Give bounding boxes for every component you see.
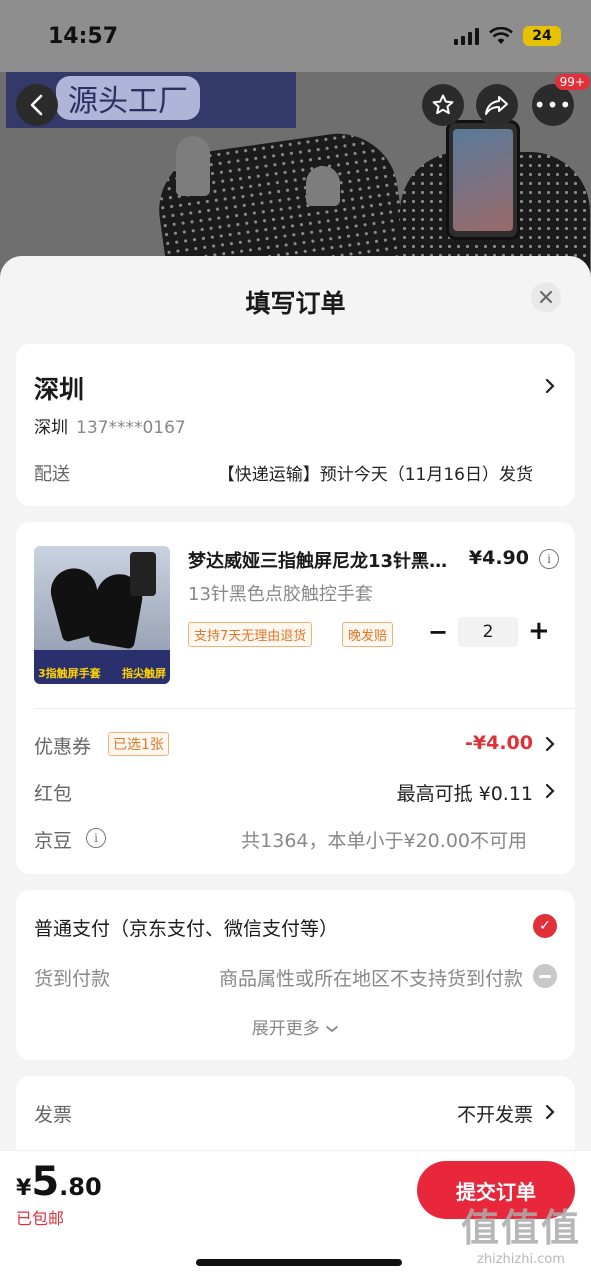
order-sheet: 填写订单 深圳 深圳 137****0167 配送 【快递运输】预计今天（11月1… xyxy=(0,256,591,1280)
jd-beans-label: 京豆 xyxy=(34,830,73,852)
glove-fingertip xyxy=(306,166,340,206)
payment-option-cod: 货到付款 xyxy=(34,968,111,990)
wifi-icon xyxy=(489,27,513,44)
status-time: 14:57 xyxy=(48,24,119,49)
payment-card: 普通支付（京东支付、微信支付等） ✓ 货到付款 商品属性或所在地区不支持货到付款… xyxy=(16,890,575,1060)
quantity-increase-button[interactable]: + xyxy=(528,616,550,646)
bottom-bar: ¥5.80 已包邮 提交订单 值值值 zhizhizhi.com xyxy=(0,1150,591,1280)
notification-badge: 99+ xyxy=(554,74,590,90)
close-icon xyxy=(540,291,552,303)
glove-fingertip xyxy=(176,136,210,196)
product-name: 梦达威娅三指触屏尼龙13针黑色点胶触控手套 xyxy=(188,551,456,572)
divider xyxy=(34,708,575,709)
chevron-right-icon[interactable] xyxy=(545,783,555,799)
recipient-name: 深圳 xyxy=(34,418,68,438)
coupon-selected-tag: 已选1张 xyxy=(108,732,169,756)
currency-symbol: ¥ xyxy=(16,1176,32,1201)
product-spec[interactable]: 13针黑色点胶触控手套 xyxy=(188,580,373,606)
favorite-button[interactable] xyxy=(422,84,464,126)
quantity-input[interactable]: 2 xyxy=(458,617,518,647)
cellular-signal-icon xyxy=(454,27,479,45)
total-decimal: .80 xyxy=(59,1173,102,1201)
chevron-right-icon xyxy=(545,378,555,394)
product-price: ¥4.90 xyxy=(468,547,529,569)
info-icon[interactable]: i xyxy=(86,828,106,848)
shipping-value: 【快递运输】预计今天（11月16日）发货 xyxy=(217,465,533,485)
share-arrow-icon xyxy=(485,96,508,115)
star-icon xyxy=(432,94,454,115)
chevron-right-icon xyxy=(545,1104,555,1120)
more-button[interactable]: ••• 99+ xyxy=(532,74,590,126)
battery-indicator: 24 xyxy=(523,26,561,46)
invoice-label: 发票 xyxy=(34,1104,73,1126)
share-button[interactable] xyxy=(476,84,518,126)
coupon-label: 优惠券 xyxy=(34,736,92,758)
address-city: 深圳 xyxy=(34,375,85,404)
hero-banner-text: 源头工厂 xyxy=(56,76,200,120)
return-policy-tag: 支持7天无理由退货 xyxy=(188,622,313,647)
home-indicator[interactable] xyxy=(196,1259,402,1266)
thumbnail-caption: 指尖触屏 xyxy=(122,667,166,680)
free-shipping-label: 已包邮 xyxy=(16,1209,65,1228)
recipient-phone: 137****0167 xyxy=(76,418,186,438)
chevron-down-icon xyxy=(326,1026,339,1033)
disabled-icon xyxy=(533,964,557,988)
coupon-value[interactable]: -¥4.00 xyxy=(465,732,533,754)
jd-beans-value: 共1364，本单小于¥20.00不可用 xyxy=(241,830,527,852)
phone-image xyxy=(446,120,520,240)
total-integer: 5 xyxy=(31,1159,60,1205)
expand-more-label: 展开更多 xyxy=(251,1019,320,1039)
redpacket-label: 红包 xyxy=(34,783,73,805)
expand-more-button[interactable]: 展开更多 xyxy=(16,1014,575,1039)
product-thumbnail[interactable]: 3指触屏手套 指尖触屏 xyxy=(34,546,170,684)
back-button[interactable] xyxy=(16,84,58,126)
status-bar: 14:57 24 xyxy=(0,0,591,72)
more-dots-icon: ••• xyxy=(533,93,573,117)
order-total: ¥5.80 xyxy=(16,1159,102,1205)
payment-option-standard[interactable]: 普通支付（京东支付、微信支付等） xyxy=(34,914,338,941)
invoice-value: 不开发票 xyxy=(456,1104,533,1126)
redpacket-value[interactable]: 最高可抵 ¥0.11 xyxy=(397,779,533,806)
product-card: 3指触屏手套 指尖触屏 梦达威娅三指触屏尼龙13针黑色点胶触控手套 ¥4.90 … xyxy=(16,522,575,874)
address-card[interactable]: 深圳 深圳 137****0167 配送 【快递运输】预计今天（11月16日）发货 xyxy=(16,344,575,506)
sheet-title: 填写订单 xyxy=(245,289,346,318)
address-contact: 深圳 137****0167 xyxy=(34,413,186,438)
status-icons: 24 xyxy=(454,26,561,46)
chevron-right-icon[interactable] xyxy=(545,736,555,752)
chevron-left-icon xyxy=(30,94,43,116)
shipping-label: 配送 xyxy=(34,464,70,485)
quantity-decrease-button[interactable]: − xyxy=(428,618,448,646)
watermark: 值值值 zhizhizhi.com xyxy=(461,1197,581,1267)
late-delivery-tag: 晚发赔 xyxy=(342,622,394,647)
info-icon[interactable]: i xyxy=(539,549,559,569)
checkmark-icon[interactable]: ✓ xyxy=(533,914,557,938)
close-button[interactable] xyxy=(531,282,561,312)
watermark-url: zhizhizhi.com xyxy=(477,1252,565,1267)
thumbnail-caption: 3指触屏手套 xyxy=(38,667,101,680)
cod-unavailable-note: 商品属性或所在地区不支持货到付款 xyxy=(218,968,523,990)
watermark-logo: 值值值 xyxy=(460,1206,581,1250)
